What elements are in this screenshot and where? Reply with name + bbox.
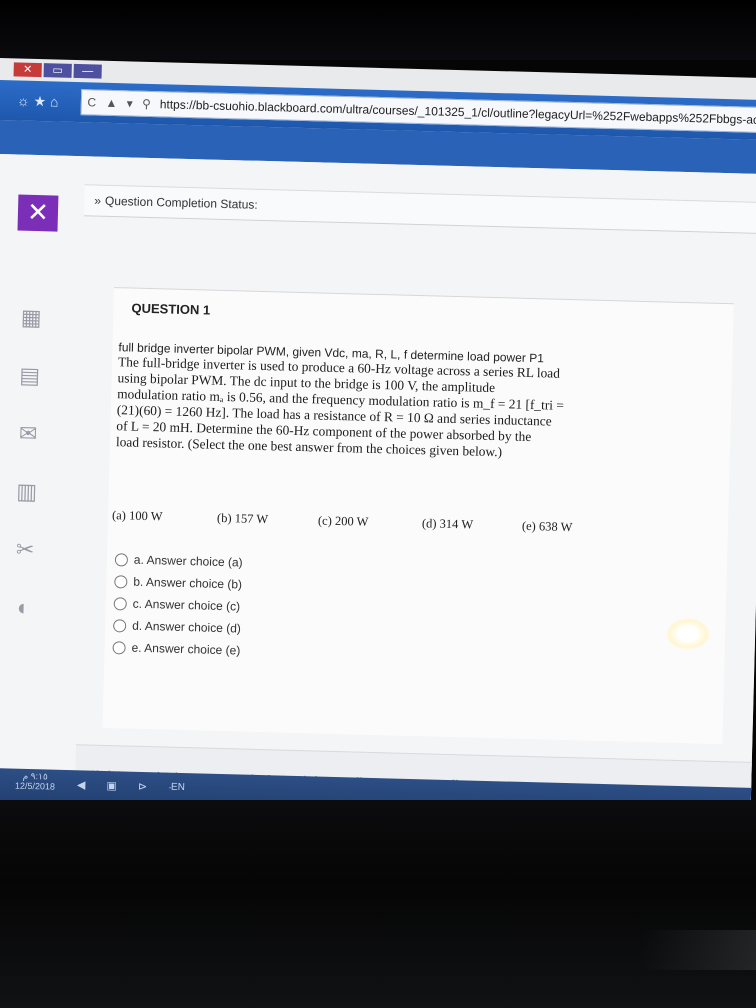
radio-button[interactable] [113,596,127,611]
radio-button[interactable] [114,574,128,589]
answer-label[interactable]: e. Answer choice (e) [131,641,240,658]
browser-nav-icons[interactable]: ☼ ★ ⌂ [17,92,59,110]
screen-glare [666,618,710,650]
radio-button[interactable] [113,618,127,632]
url-text[interactable]: https://bb-csuohio.blackboard.com/ultra/… [160,97,756,127]
choice-d: (d) 314 W [421,516,474,532]
choice-e: (e) 638 W [521,518,573,535]
answer-options: a. Answer choice (a) b. Answer choice (b… [112,548,243,661]
choices-row: (a) 100 W (b) 157 W (c) 200 W (d) 314 W … [112,508,632,542]
monitor-bezel-bottom [0,800,756,1008]
tray-icons[interactable]: ◀ ▣ ⊳ · [77,778,181,794]
status-label: Question Completion Status: [104,193,258,212]
close-panel-button[interactable]: ✕ [17,194,59,232]
keyboard-glint [640,930,756,970]
logout-icon[interactable]: ◐ [2,594,44,653]
answer-label[interactable]: b. Answer choice (b) [133,575,242,592]
radio-button[interactable] [114,552,129,567]
maximize-window-button[interactable]: ▭ [43,63,72,78]
choice-c: (c) 200 W [317,513,369,529]
choice-a: (a) 100 W [111,508,163,524]
monitor-bezel-top [0,0,756,60]
tools-icon[interactable]: ✂ [4,536,46,595]
answer-label[interactable]: c. Answer choice (c) [133,597,241,614]
question-completion-status[interactable]: » Question Completion Status: [83,184,756,235]
address-icons[interactable]: C ▲ ▾ ⚲ [87,95,154,111]
sidebar-icons: ▦ ▤ ✉ ▥ ✂ ◐ [2,304,51,653]
taskbar-clock[interactable]: ٩:١٥ م 12/5/2018 [15,771,56,792]
window-controls: ✕ ▭ — [13,62,102,80]
document-icon[interactable]: ▥ [5,478,47,537]
chevron-icon: » [94,193,102,208]
choice-b: (b) 157 W [216,510,269,527]
question-panel: QUESTION 1 full bridge inverter bipolar … [102,287,734,745]
page-content: ✕ ▦ ▤ ✉ ▥ ✂ ◐ » Question Completion Stat… [0,153,756,814]
answer-option-e[interactable]: e. Answer choice (e) [112,636,240,661]
language-indicator[interactable]: EN [171,782,185,793]
screen: ✕ ▭ — ☼ ★ ⌂ C ▲ ▾ ⚲ https://bb-csuohio.b… [0,58,756,820]
mail-icon[interactable]: ✉ [7,420,49,479]
grades-icon[interactable]: ▦ [10,304,52,363]
close-window-button[interactable]: ✕ [13,62,42,78]
question-body: The full-bridge inverter is used to prod… [116,354,623,463]
radio-button[interactable] [112,640,126,654]
answer-label[interactable]: a. Answer choice (a) [134,553,243,570]
answer-label[interactable]: d. Answer choice (d) [132,619,241,636]
question-title: QUESTION 1 [131,300,211,318]
minimize-window-button[interactable]: — [73,63,102,79]
clock-date: 12/5/2018 [14,780,56,792]
calendar-icon[interactable]: ▤ [9,362,51,421]
